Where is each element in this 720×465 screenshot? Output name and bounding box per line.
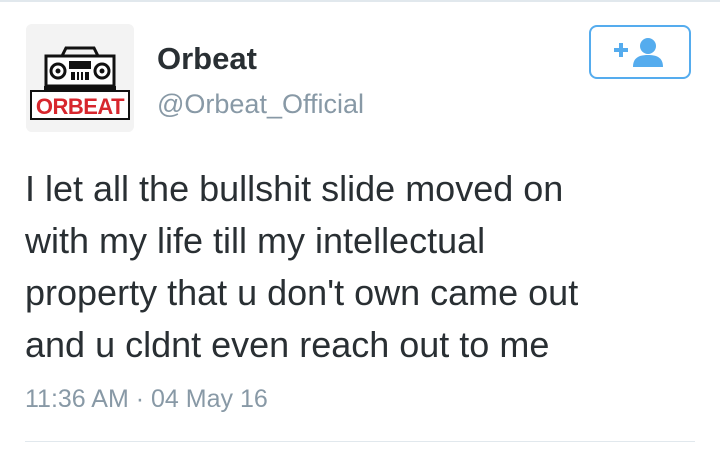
tweet-line: I let all the bullshit slide moved on — [25, 168, 564, 209]
author-handle[interactable]: @Orbeat_Official — [157, 88, 364, 120]
tweet-timestamp[interactable]: 11:36 AM · 04 May 16 — [25, 384, 268, 414]
tweet-date: 04 May 16 — [151, 385, 268, 413]
follow-button[interactable] — [589, 25, 691, 79]
bottom-divider — [25, 441, 695, 442]
tweet-line: and u cldnt even reach out to me — [25, 324, 550, 365]
author-display-name[interactable]: Orbeat — [157, 41, 257, 77]
tweet-time: 11:36 AM — [25, 385, 129, 413]
tweet-line: with my life till my intellectual — [25, 220, 486, 261]
top-divider — [0, 0, 720, 2]
tweet-text: I let all the bullshit slide moved on wi… — [25, 163, 695, 371]
tweet-card: ORBEAT Orbeat @Orbeat_Official I let all… — [0, 0, 720, 465]
avatar[interactable]: ORBEAT — [26, 24, 134, 132]
avatar-logo-text: ORBEAT — [30, 90, 130, 120]
tweet-line: property that u don't own came out — [25, 272, 579, 313]
timestamp-separator: · — [135, 385, 145, 413]
follow-user-plus-icon — [614, 38, 663, 67]
